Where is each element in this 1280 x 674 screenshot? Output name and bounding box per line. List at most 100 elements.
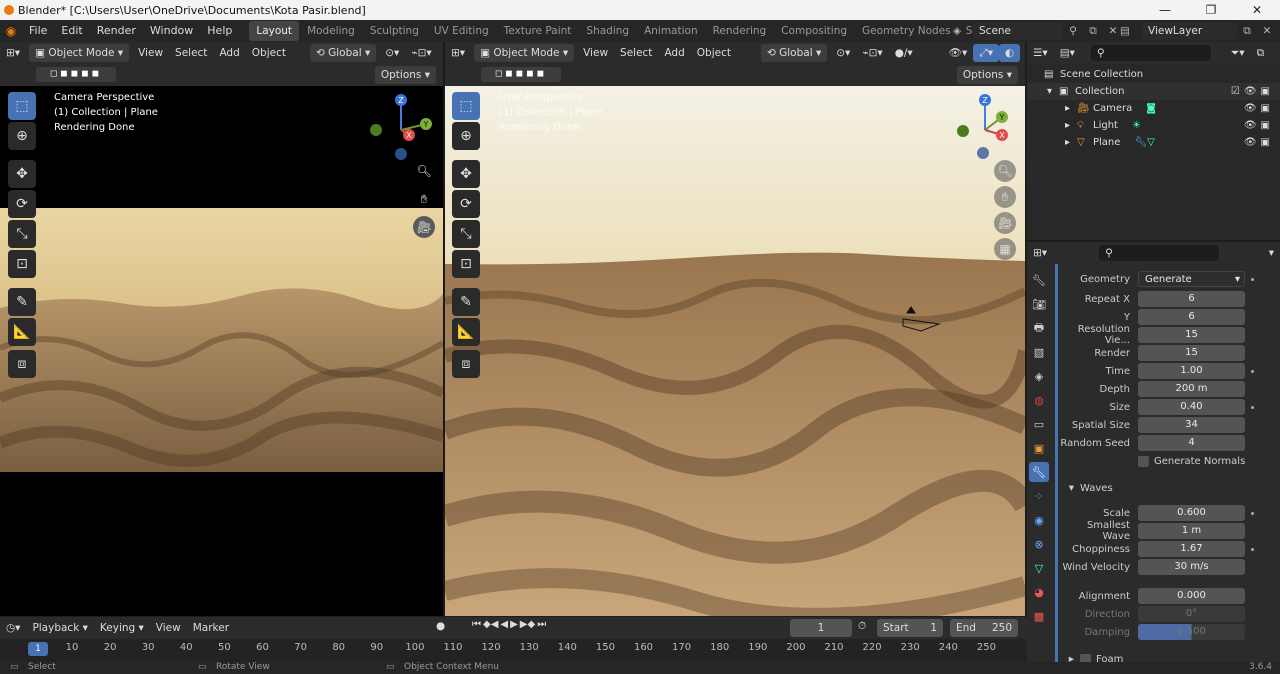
choppiness-field[interactable]: 1.67 xyxy=(1138,541,1245,557)
editor-type-icon[interactable]: ⊞▾ xyxy=(445,44,471,62)
data-tab-icon[interactable]: ▽ xyxy=(1029,558,1049,578)
outliner-item-light[interactable]: ▸ 💡︎ Light ☀︎ 👁︎▣ xyxy=(1027,117,1280,134)
cursor-tool-icon[interactable]: ⊕ xyxy=(8,122,36,150)
texture-tab-icon[interactable]: ▩ xyxy=(1029,606,1049,626)
new-collection-icon[interactable]: ⧉ xyxy=(1251,44,1271,62)
tab-geometry-nodes[interactable]: Geometry Nodes xyxy=(855,21,958,41)
tab-rendering[interactable]: Rendering xyxy=(706,21,774,41)
damping-slider[interactable]: 0.500 xyxy=(1138,624,1245,640)
scene-tab-icon[interactable]: ◈ xyxy=(1029,366,1049,386)
menu-edit[interactable]: Edit xyxy=(54,20,89,42)
outliner-search-input[interactable]: ⚲ xyxy=(1090,45,1211,61)
visibility-toggles[interactable]: 👁︎▣ xyxy=(1244,137,1280,148)
camera-view-icon[interactable]: 🎥︎ xyxy=(413,216,435,238)
prev-keyframe-icon[interactable]: ◆◀ xyxy=(483,619,498,630)
constraints-tab-icon[interactable]: ⊗ xyxy=(1029,534,1049,554)
collection-tab-icon[interactable]: ▭ xyxy=(1029,414,1049,434)
tab-shading[interactable]: Shading xyxy=(579,21,636,41)
measure-tool-icon[interactable]: 📐 xyxy=(8,318,36,346)
world-tab-icon[interactable]: ◍ xyxy=(1029,390,1049,410)
play-reverse-icon[interactable]: ◀ xyxy=(500,619,508,630)
outliner-editor-icon[interactable]: ☰▾ xyxy=(1027,44,1054,62)
snap-icon[interactable]: ⌁⊡▾ xyxy=(405,44,437,62)
foam-checkbox[interactable] xyxy=(1080,653,1091,662)
clock-icon[interactable]: ⏱ xyxy=(858,620,866,633)
left-menu-view[interactable]: View xyxy=(132,44,169,62)
add-cube-tool-icon[interactable]: ⧈ xyxy=(8,350,36,378)
outliner-item-camera[interactable]: ▸ 🎥︎ Camera ◙ 👁︎▣ xyxy=(1027,100,1280,117)
properties-editor-icon[interactable]: ⊞▾ xyxy=(1027,244,1053,262)
generate-normals-checkbox[interactable] xyxy=(1138,455,1149,467)
spatial-size-field[interactable]: 34 xyxy=(1138,417,1245,433)
generate-normals-row[interactable]: Generate Normals xyxy=(1058,452,1280,470)
ortho-grid-icon[interactable]: ▦ xyxy=(994,238,1016,260)
right-menu-object[interactable]: Object xyxy=(691,44,737,62)
measure-tool-icon[interactable]: 📐 xyxy=(452,318,480,346)
select-mode-icons[interactable]: ◻◼◼◼◼ xyxy=(481,67,561,82)
direction-field[interactable]: 0° xyxy=(1138,606,1245,622)
move-tool-icon[interactable]: ✥ xyxy=(8,160,36,188)
expand-icon[interactable]: ▾ xyxy=(1047,86,1059,97)
wind-velocity-field[interactable]: 30 m/s xyxy=(1138,559,1245,575)
left-menu-object[interactable]: Object xyxy=(246,44,292,62)
scene-field[interactable]: Scene xyxy=(973,22,1063,40)
depth-field[interactable]: 200 m xyxy=(1138,381,1245,397)
scale-tool-icon[interactable]: ⤡ xyxy=(452,220,480,248)
timeline-ruler[interactable]: 1 10 20 30 40 50 60 70 80 90 100 110 120 130 140 150 16… xyxy=(0,639,1027,662)
add-cube-tool-icon[interactable]: ⧈ xyxy=(452,350,480,378)
tab-uv-editing[interactable]: UV Editing xyxy=(427,21,496,41)
close-button[interactable]: ✕ xyxy=(1234,0,1280,20)
left-options-dropdown[interactable]: Options ▾ xyxy=(374,66,436,84)
tab-texture-paint[interactable]: Texture Paint xyxy=(497,21,579,41)
properties-search-input[interactable]: ⚲ xyxy=(1099,245,1220,261)
visibility-toggles[interactable]: ☑👁︎▣ xyxy=(1231,86,1280,97)
tool-tab-icon[interactable]: 🔧︎ xyxy=(1029,270,1049,290)
pin-icon[interactable]: ⚲ xyxy=(1063,25,1083,37)
tab-compositing[interactable]: Compositing xyxy=(774,21,854,41)
object-tab-icon[interactable]: ▣ xyxy=(1029,438,1049,458)
left-viewport[interactable]: ⊞▾ ▣ Object Mode ▾ View Select Add Objec… xyxy=(0,42,443,616)
transform-tool-icon[interactable]: ⊡ xyxy=(8,250,36,278)
current-frame-field[interactable]: 1 xyxy=(790,619,852,637)
tab-sculpting[interactable]: Sculpting xyxy=(363,21,426,41)
waves-expand-icon[interactable]: ▾ xyxy=(1058,482,1080,494)
left-nav-gizmo[interactable]: Z Y X xyxy=(366,90,436,160)
physics-tab-icon[interactable]: ◉ xyxy=(1029,510,1049,530)
menu-view[interactable]: View xyxy=(150,619,187,637)
scale-tool-icon[interactable]: ⤡ xyxy=(8,220,36,248)
tab-layout[interactable]: Layout xyxy=(249,21,300,41)
menu-window[interactable]: Window xyxy=(143,20,200,42)
jump-start-icon[interactable]: ⏮ xyxy=(472,619,481,630)
time-field[interactable]: 1.00 xyxy=(1138,363,1245,379)
repeat-x-field[interactable]: 6 xyxy=(1138,291,1245,307)
gizmo-toggle-icon[interactable]: ⤢▾ xyxy=(973,44,999,62)
camera-view-icon[interactable]: 🎥︎ xyxy=(994,212,1016,234)
pan-hand-icon[interactable]: ✋︎ xyxy=(994,186,1016,208)
repeat-y-field[interactable]: 6 xyxy=(1138,309,1245,325)
delete-viewlayer-icon[interactable]: ✕ xyxy=(1257,25,1277,37)
zoom-icon[interactable]: 🔍︎ xyxy=(413,160,435,182)
timeline-editor-icon[interactable]: ◷▾ xyxy=(0,619,26,637)
properties-options-icon[interactable]: ▾ xyxy=(1263,244,1280,262)
right-nav-gizmo[interactable]: Z Y X xyxy=(950,90,1020,160)
collection-row[interactable]: ▾ ▣ Collection ☑👁︎▣ xyxy=(1027,83,1280,100)
right-menu-select[interactable]: Select xyxy=(614,44,658,62)
scale-field[interactable]: 0.600 xyxy=(1138,505,1245,521)
filter-icon[interactable]: ⏷▾ xyxy=(1225,44,1251,62)
annotate-tool-icon[interactable]: ✎ xyxy=(8,288,36,316)
cursor-tool-icon[interactable]: ⊕ xyxy=(452,122,480,150)
rotate-tool-icon[interactable]: ⟳ xyxy=(452,190,480,218)
rotate-tool-icon[interactable]: ⟳ xyxy=(8,190,36,218)
select-mode-icons[interactable]: ◻◼◼◼◼ xyxy=(36,67,116,82)
left-orientation-dropdown[interactable]: ⟲ Global ▾ xyxy=(309,44,377,62)
foam-expand-icon[interactable]: ▸ xyxy=(1058,653,1080,662)
tab-animation[interactable]: Animation xyxy=(637,21,705,41)
maximize-button[interactable]: ❐ xyxy=(1188,0,1234,20)
pivot-icon[interactable]: ⊙▾ xyxy=(379,44,405,62)
overlay-toggle-icon[interactable]: ◐ xyxy=(998,44,1021,62)
geometry-dropdown[interactable]: Generate ▾ xyxy=(1138,271,1245,287)
resolution-viewport-field[interactable]: 15 xyxy=(1138,327,1245,343)
light-data-icon[interactable]: ☀︎ xyxy=(1132,120,1141,131)
jump-end-icon[interactable]: ⏭ xyxy=(537,619,546,630)
left-menu-select[interactable]: Select xyxy=(169,44,213,62)
